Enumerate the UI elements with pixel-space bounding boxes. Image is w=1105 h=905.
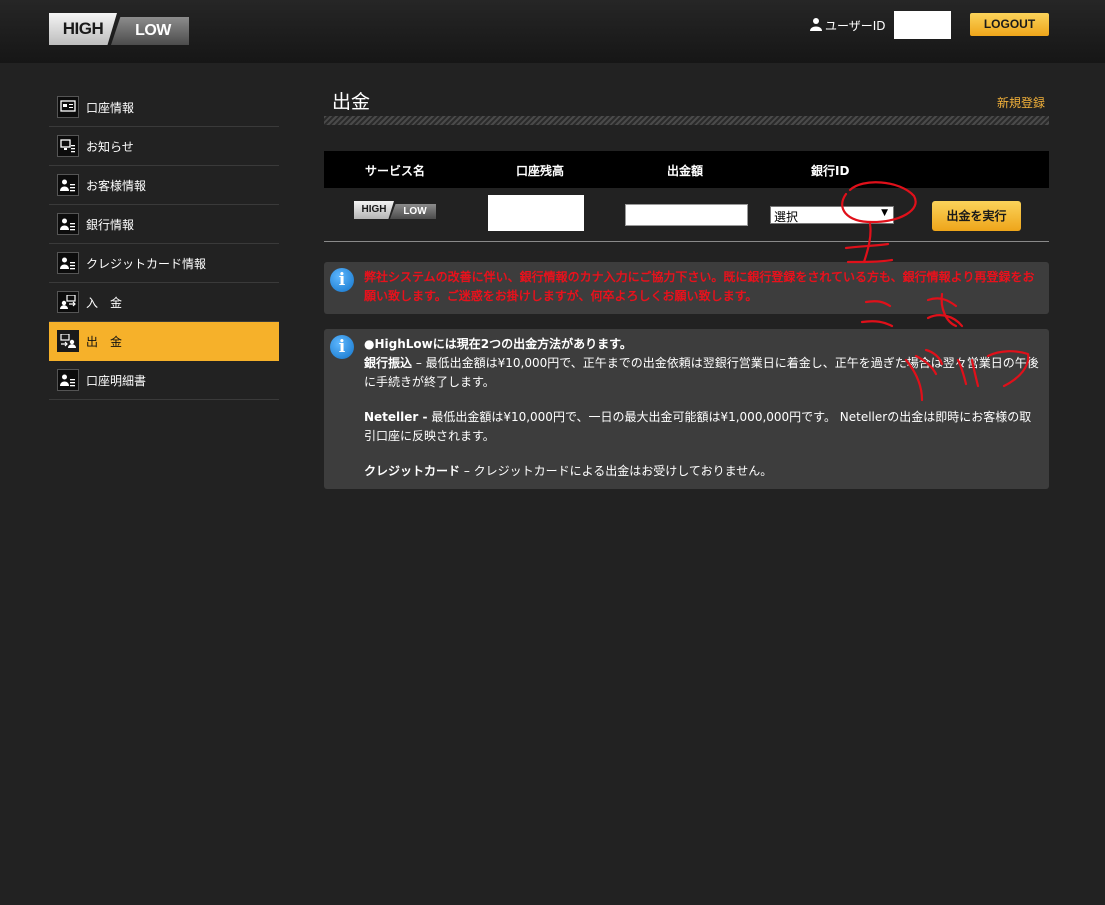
logout-button[interactable]: LOGOUT [970, 13, 1049, 36]
withdraw-methods-text: ●HighLowには現在2つの出金方法があります。 銀行振込 – 最低出金額は¥… [364, 335, 1040, 497]
bank-transfer-text: – 最低出金額は¥10,000円で、正午までの出金依頼は翌銀行営業日に着金し、正… [364, 356, 1039, 389]
warning-notice: i 弊社システムの改善に伴い、銀行情報のカナ入力にご協力下さい。既に銀行登録をさ… [324, 262, 1049, 314]
column-header-balance: 口座残高 [516, 164, 565, 178]
service-logo: HIGH LOW [354, 201, 436, 219]
bank-profile-icon [57, 213, 79, 235]
logo-low-text: LOW [111, 17, 189, 45]
credit-card-profile-icon [57, 252, 79, 274]
sidebar-item-statement[interactable]: 口座明細書 [49, 361, 279, 400]
column-header-bank-id: 銀行ID [811, 164, 850, 178]
sidebar-item-account-info[interactable]: 口座情報 [49, 88, 279, 127]
neteller-text: 最低出金額は¥10,000円で、一日の最大出金可能額は¥1,000,000円です… [364, 410, 1032, 443]
sidebar-item-label: お知らせ [86, 140, 134, 154]
account-balance-box [488, 195, 584, 231]
sidebar-item-deposit[interactable]: 入 金 [49, 283, 279, 322]
user-id-value-box [894, 11, 951, 39]
new-registration-link[interactable]: 新規登録 [997, 94, 1045, 111]
sidebar-item-notices[interactable]: お知らせ [49, 127, 279, 166]
execute-withdraw-button[interactable]: 出金を実行 [932, 201, 1021, 231]
bank-id-select-value: 選択 [774, 210, 799, 224]
user-id-label: ユーザーID [825, 19, 886, 33]
credit-card-title: クレジットカード [364, 464, 461, 478]
sidebar-item-credit-card-info[interactable]: クレジットカード情報 [49, 244, 279, 283]
sidebar-menu: 口座情報 お知らせ お客様情報 銀行情報 クレジットカード情報 入 金 出 金 … [49, 88, 279, 400]
info-icon: i [330, 335, 354, 359]
bank-transfer-title: 銀行振込 [364, 356, 413, 370]
page-title: 出金 [332, 91, 371, 113]
service-logo-high: HIGH [354, 201, 394, 219]
title-divider [324, 116, 1049, 125]
withdraw-icon [57, 330, 79, 352]
statement-icon [57, 369, 79, 391]
withdraw-methods-info: i ●HighLowには現在2つの出金方法があります。 銀行振込 – 最低出金額… [324, 329, 1049, 489]
user-icon [810, 18, 822, 31]
account-card-icon [57, 96, 79, 118]
bank-id-select[interactable]: 選択 ▼ [770, 206, 894, 224]
withdraw-table-header: サービス名 口座残高 出金額 銀行ID [324, 151, 1049, 188]
column-header-service: サービス名 [365, 164, 426, 178]
sidebar-item-bank-info[interactable]: 銀行情報 [49, 205, 279, 244]
sidebar-item-label: お客様情報 [86, 179, 147, 193]
warning-text: 弊社システムの改善に伴い、銀行情報のカナ入力にご協力下さい。既に銀行登録をされて… [364, 270, 1035, 303]
logo-high-text: HIGH [49, 13, 117, 45]
sidebar-item-label: 口座明細書 [86, 374, 147, 388]
sidebar-item-customer-info[interactable]: お客様情報 [49, 166, 279, 205]
deposit-icon [57, 291, 79, 313]
withdraw-amount-input[interactable] [625, 204, 748, 226]
sidebar-item-label: 口座情報 [86, 101, 135, 115]
dropdown-arrow-icon: ▼ [881, 208, 888, 218]
top-header: HIGH LOW ユーザーID LOGOUT [0, 0, 1105, 63]
customer-profile-icon [57, 174, 79, 196]
sidebar-item-label: 銀行情報 [86, 218, 135, 232]
credit-card-text: – クレジットカードによる出金はお受けしておりません。 [460, 464, 773, 478]
service-logo-low: LOW [390, 204, 436, 219]
info-icon: i [330, 268, 354, 292]
sidebar-item-label: クレジットカード情報 [86, 257, 207, 271]
sidebar-item-label: 入 金 [86, 296, 123, 310]
sidebar-item-label: 出 金 [86, 335, 123, 349]
notice-monitor-icon [57, 135, 79, 157]
neteller-title: Neteller - [364, 410, 428, 424]
column-header-amount: 出金額 [667, 164, 704, 178]
annotation-arrow-head [844, 242, 894, 264]
highlow-logo[interactable]: HIGH LOW [49, 13, 189, 45]
info-heading: ●HighLowには現在2つの出金方法があります。 [364, 337, 632, 351]
sidebar-item-withdraw[interactable]: 出 金 [49, 322, 279, 361]
